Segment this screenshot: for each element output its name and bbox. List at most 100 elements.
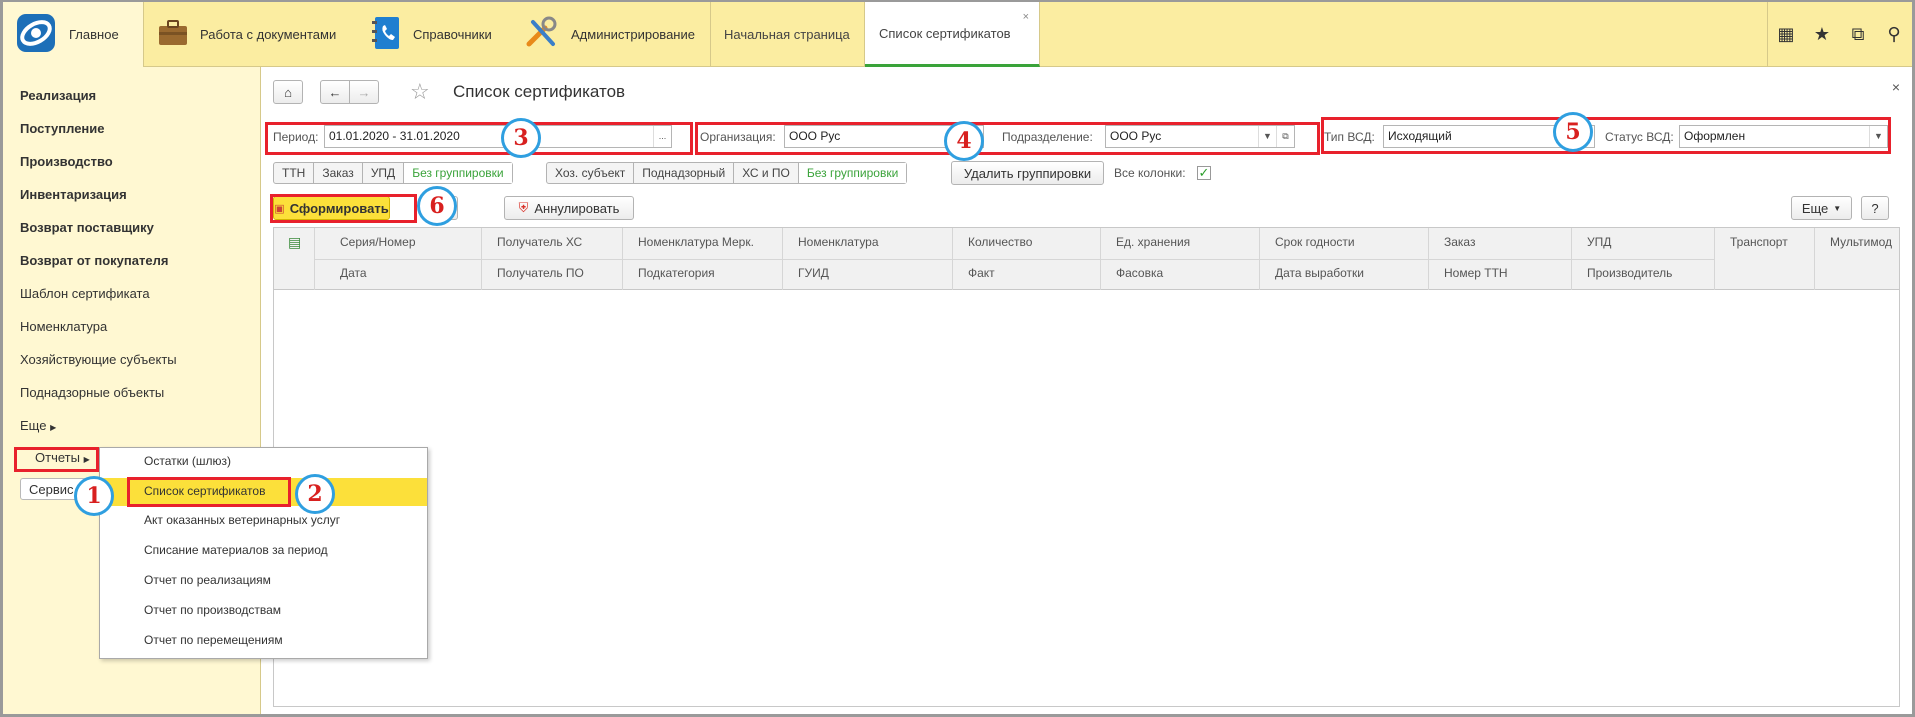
sidebar-item-more-label: Еще	[20, 418, 47, 433]
close-icon[interactable]: ×	[1892, 79, 1900, 95]
home-icon: ⌂	[284, 84, 292, 100]
section-home[interactable]: Главное	[3, 2, 144, 67]
table-settings-icon[interactable]: ▤	[288, 234, 301, 251]
annotation-badge-6: 6	[417, 186, 457, 226]
group-upd-button[interactable]: УПД	[363, 163, 405, 183]
column-header[interactable]: Фасовка	[1116, 266, 1163, 280]
section-bar: Главное Работа с документами Справочники…	[3, 2, 1912, 67]
section-home-label: Главное	[69, 27, 119, 42]
page-title: Список сертификатов	[453, 82, 626, 101]
menu-item-transfers-report[interactable]: Отчет по перемещениям	[100, 627, 427, 655]
column-header[interactable]: Производитель	[1587, 266, 1672, 280]
group-entity-button[interactable]: Хоз. субъект	[547, 163, 635, 183]
annul-button[interactable]: ⛨ Аннулировать	[504, 196, 634, 220]
annotation-badge-4: 4	[944, 121, 984, 161]
annotation-badge-3: 3	[501, 118, 541, 158]
home-button[interactable]: ⌂	[273, 80, 303, 104]
column-header[interactable]: Номенклатура Мерк.	[638, 235, 754, 249]
sidebar-item-return-customer[interactable]: Возврат от покупателя	[20, 253, 168, 268]
column-divider	[1814, 228, 1815, 290]
tab-certificates-label: Список сертификатов	[879, 25, 1011, 41]
address-book-icon	[371, 16, 401, 53]
column-header[interactable]: ГУИД	[798, 266, 829, 280]
menu-item-sales-report[interactable]: Отчет по реализациям	[100, 567, 427, 595]
favorite-star-icon[interactable]: ☆	[410, 79, 430, 105]
more-button-label: Еще	[1801, 200, 1829, 216]
column-header[interactable]: Номенклатура	[798, 235, 879, 249]
sidebar-item-nomenclature[interactable]: Номенклатура	[20, 319, 107, 334]
column-header[interactable]: Получатель ХС	[497, 235, 582, 249]
section-admin[interactable]: Администрирование	[525, 2, 695, 67]
tab-certificates[interactable]: Список сертификатов ×	[865, 2, 1040, 67]
top-icons: ▦ ★ ⧉ ⚲	[1767, 2, 1912, 67]
sidebar-item-more[interactable]: Еще ▶	[20, 418, 56, 433]
chevron-down-icon: ▼	[1833, 203, 1842, 213]
triangle-right-icon: ▶	[50, 423, 57, 432]
column-header[interactable]: Серия/Номер	[340, 235, 416, 249]
group-none-button[interactable]: Без группировки	[404, 163, 512, 183]
menu-item-material-writeoff[interactable]: Списание материалов за период	[100, 537, 427, 565]
back-button[interactable]: ←	[320, 80, 350, 104]
annotation-badge-2: 2	[295, 474, 335, 514]
sidebar-item-cert-template[interactable]: Шаблон сертификата	[20, 286, 150, 301]
sidebar-item-sales[interactable]: Реализация	[20, 88, 96, 103]
more-button[interactable]: Еще ▼	[1791, 196, 1852, 220]
sidebar-item-production[interactable]: Производство	[20, 154, 113, 169]
column-header[interactable]: Номер ТТН	[1444, 266, 1508, 280]
column-header[interactable]: Количество	[968, 235, 1032, 249]
column-header[interactable]: Получатель ПО	[497, 266, 584, 280]
sidebar-item-supervised-objects[interactable]: Поднадзорные объекты	[20, 385, 164, 400]
tab-home-page[interactable]: Начальная страница	[710, 2, 865, 67]
all-columns-checkbox[interactable]: ✓	[1197, 166, 1211, 180]
menu-item-vet-services-act[interactable]: Акт оказанных ветеринарных услуг	[100, 507, 427, 535]
favorites-star-icon[interactable]: ★	[1804, 24, 1840, 45]
annotation-box-generate	[270, 194, 417, 223]
menu-item-production-report[interactable]: Отчет по производствам	[100, 597, 427, 625]
doc-grouping-buttons: ТТН Заказ УПД Без группировки	[273, 162, 513, 184]
tab-close-icon[interactable]: ×	[1023, 11, 1029, 23]
column-header[interactable]: Заказ	[1444, 235, 1475, 249]
all-columns-label: Все колонки:	[1114, 166, 1186, 180]
tab-home-page-label: Начальная страница	[724, 27, 850, 42]
annotation-box-organization	[695, 122, 1320, 155]
section-documents[interactable]: Работа с документами	[158, 2, 336, 67]
table-header: ▤ Серия/Номер Получатель ХС Номенклатура…	[274, 228, 1899, 290]
arrow-right-icon: →	[357, 84, 371, 100]
group-entity-object-button[interactable]: ХС и ПО	[734, 163, 799, 183]
annotation-box-period	[265, 122, 693, 155]
section-references-label: Справочники	[413, 27, 492, 42]
group-order-button[interactable]: Заказ	[314, 163, 363, 183]
forward-button[interactable]: →	[349, 80, 379, 104]
column-header[interactable]: Дата выработки	[1275, 266, 1364, 280]
column-header[interactable]: Транспорт	[1730, 235, 1788, 249]
section-references[interactable]: Справочники	[371, 2, 492, 67]
sidebar-item-receipts[interactable]: Поступление	[20, 121, 105, 136]
certificates-table[interactable]: ▤ Серия/Номер Получатель ХС Номенклатура…	[273, 227, 1900, 707]
group-ttn-button[interactable]: ТТН	[274, 163, 315, 183]
column-header[interactable]: Факт	[968, 266, 995, 280]
column-header[interactable]: Дата	[340, 266, 367, 280]
menu-item-balances[interactable]: Остатки (шлюз)	[100, 448, 427, 476]
section-admin-label: Администрирование	[571, 27, 695, 42]
search-icon[interactable]: ⚲	[1876, 24, 1912, 45]
delete-groupings-button[interactable]: Удалить группировки	[951, 161, 1104, 185]
annotation-badge-1: 1	[74, 476, 114, 516]
history-icon[interactable]: ⧉	[1840, 24, 1876, 45]
column-header[interactable]: Мультимод	[1830, 235, 1892, 249]
arrow-left-icon: ←	[328, 84, 342, 100]
column-header[interactable]: Подкатегория	[638, 266, 715, 280]
column-divider	[1714, 228, 1715, 290]
annotation-box-reports	[14, 447, 99, 472]
sidebar-item-inventory[interactable]: Инвентаризация	[20, 187, 127, 202]
apps-grid-icon[interactable]: ▦	[1768, 24, 1804, 45]
column-header[interactable]: Ед. хранения	[1116, 235, 1190, 249]
sidebar-item-return-supplier[interactable]: Возврат поставщику	[20, 220, 154, 235]
header-row-divider	[314, 259, 1714, 260]
column-header[interactable]: Срок годности	[1275, 235, 1355, 249]
group-supervised-button[interactable]: Поднадзорный	[634, 163, 735, 183]
subject-grouping-buttons: Хоз. субъект Поднадзорный ХС и ПО Без гр…	[546, 162, 908, 184]
help-button[interactable]: ?	[1861, 196, 1889, 220]
sidebar-item-business-entities[interactable]: Хозяйствующие субъекты	[20, 352, 177, 367]
column-header[interactable]: УПД	[1587, 235, 1611, 249]
group-none-button[interactable]: Без группировки	[798, 163, 907, 183]
